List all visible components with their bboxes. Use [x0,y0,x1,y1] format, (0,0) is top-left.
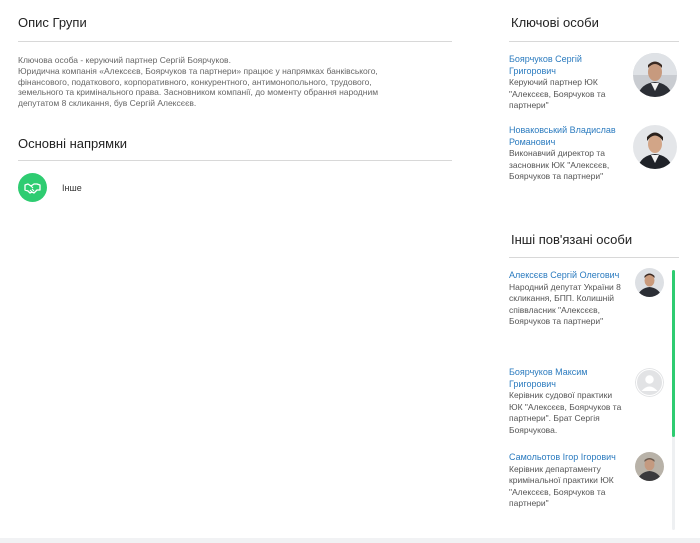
scrollbar-thumb[interactable] [672,270,675,437]
main-directions-title: Основні напрямки [18,136,128,151]
direction-item-other[interactable]: Інше [18,173,82,202]
person-name-link[interactable]: Алексєєв Сергій Олегович [509,270,624,282]
avatar-placeholder-icon[interactable] [635,368,664,397]
divider [18,41,452,42]
person-name-link[interactable]: Новаковський Владислав Романович [509,125,624,148]
avatar[interactable] [635,268,664,297]
key-persons-title: Ключові особи [511,15,599,30]
description-line: Ключова особа - керуючий партнер Сергій … [18,55,231,65]
description-line: депутатом 8 скликання, був Сергій Алексє… [18,98,197,109]
person-role: Виконавчий директор та засновник ЮК "Але… [509,148,610,181]
divider [509,257,679,258]
handshake-icon [18,173,47,202]
avatar[interactable] [633,125,677,169]
person-name-link[interactable]: Боярчуков Сергій Григорович [509,54,624,77]
person-role: Керівник судової практики ЮК "Алексєєв, … [509,390,622,435]
direction-label: Інше [62,182,82,193]
other-persons-title: Інші пов'язані особи [511,232,633,247]
group-description: Ключова особа - керуючий партнер Сергій … [18,55,452,109]
avatar[interactable] [633,53,677,97]
avatar[interactable] [635,452,664,481]
person-name-link[interactable]: Самольотов Ігор Ігорович [509,452,624,464]
description-line: Юридична компанія «Алексєєв, Боярчуков т… [18,65,378,76]
description-line: фінансового, податкового, корпоративного… [18,76,372,87]
description-line: земельного та кримінального права. Засно… [18,87,379,98]
group-description-title: Опис Групи [18,15,87,30]
person-role: Народний депутат України 8 скликання, БП… [509,281,621,327]
person-name-link[interactable]: Боярчуков Максим Григорович [509,367,624,390]
person-role: Керівник департаменту кримінальної практ… [509,463,614,509]
person-role: Керуючий партнер ЮК "Алексєєв, Боярчуков… [509,77,606,110]
page: Опис Групи Ключова особа - керуючий парт… [0,0,700,538]
divider [18,160,452,161]
divider [509,41,679,42]
